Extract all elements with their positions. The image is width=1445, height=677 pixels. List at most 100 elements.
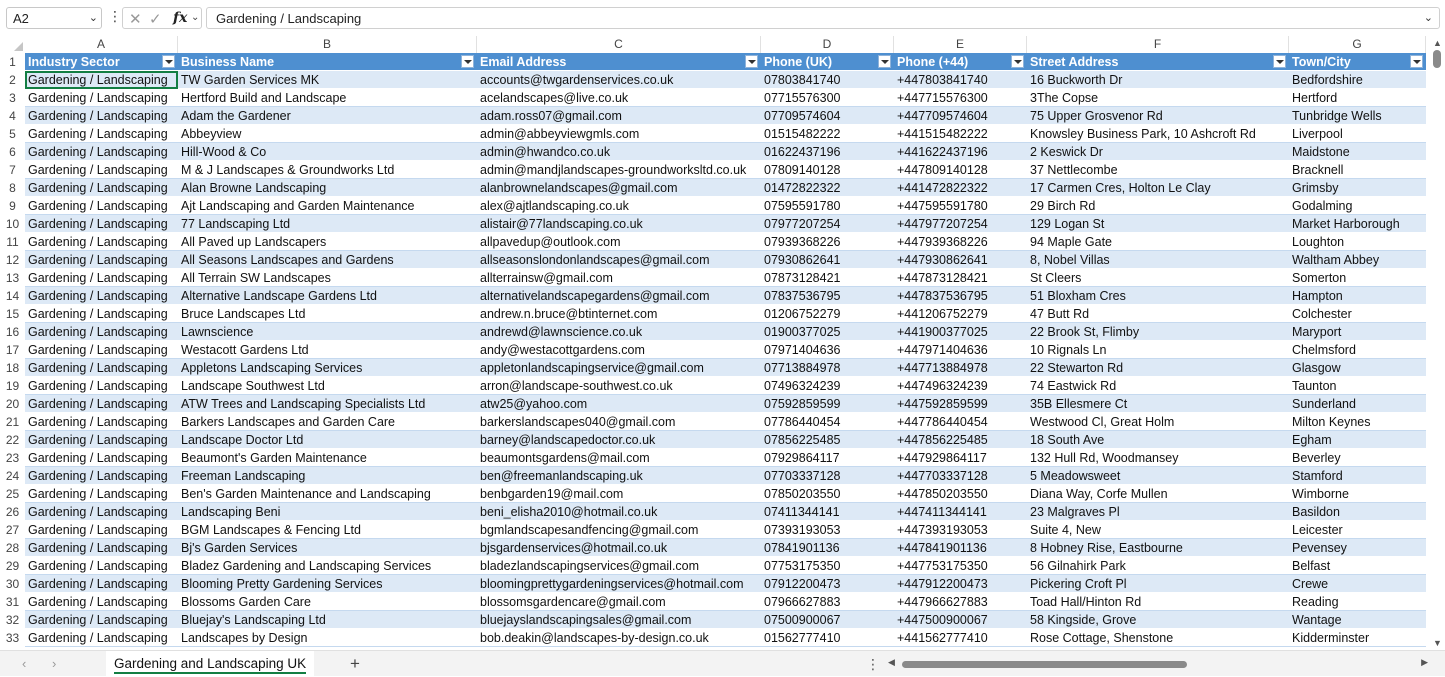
table-cell[interactable]: All Seasons Landscapes and Gardens	[178, 251, 477, 269]
table-cell[interactable]: 01900377025	[761, 323, 894, 341]
table-cell[interactable]: 07713884978	[761, 359, 894, 377]
table-cell[interactable]: Gardening / Landscaping	[25, 107, 178, 125]
table-cell[interactable]: +447850203550	[894, 485, 1027, 503]
header-cell[interactable]: Town/City	[1289, 53, 1426, 71]
table-cell[interactable]: 07709574604	[761, 107, 894, 125]
table-cell[interactable]: Landscapes by Design	[178, 629, 477, 647]
table-cell[interactable]: 3The Copse	[1027, 89, 1289, 107]
table-cell[interactable]: 07703337128	[761, 467, 894, 485]
table-cell[interactable]: Sunderland	[1289, 395, 1426, 413]
table-cell[interactable]: 8, Nobel Villas	[1027, 251, 1289, 269]
table-cell[interactable]: 07595591780	[761, 197, 894, 215]
insert-function-icon[interactable]: fx	[173, 10, 187, 26]
table-cell[interactable]: Beverley	[1289, 449, 1426, 467]
table-cell[interactable]: 07809140128	[761, 161, 894, 179]
row-number[interactable]: 17	[0, 341, 25, 359]
table-cell[interactable]: Landscape Doctor Ltd	[178, 431, 477, 449]
table-cell[interactable]: Westacott Gardens Ltd	[178, 341, 477, 359]
cancel-icon[interactable]: ✕	[129, 10, 142, 28]
table-cell[interactable]: bluejayslandscapingsales@gmail.com	[477, 611, 761, 629]
table-cell[interactable]: Knowsley Business Park, 10 Ashcroft Rd	[1027, 125, 1289, 143]
sheet-tab-active[interactable]: Gardening and Landscaping UK	[106, 651, 315, 676]
column-header-f[interactable]: F	[1027, 36, 1289, 53]
check-icon[interactable]: ✓	[149, 10, 162, 28]
add-sheet-button[interactable]: +	[350, 654, 360, 674]
table-cell[interactable]: 2 Keswick Dr	[1027, 143, 1289, 161]
select-all-corner[interactable]	[0, 36, 25, 53]
filter-dropdown-icon[interactable]	[162, 55, 175, 68]
row-number[interactable]: 20	[0, 395, 25, 413]
table-cell[interactable]: Gardening / Landscaping	[25, 539, 178, 557]
table-cell[interactable]: Landscaping Beni	[178, 503, 477, 521]
column-header-c[interactable]: C	[477, 36, 761, 53]
table-cell[interactable]: acelandscapes@live.co.uk	[477, 89, 761, 107]
table-cell[interactable]: Ajt Landscaping and Garden Maintenance	[178, 197, 477, 215]
table-cell[interactable]: Suite 4, New	[1027, 521, 1289, 539]
chevron-down-icon[interactable]: ⌄	[191, 12, 199, 23]
table-cell[interactable]: Barkers Landscapes and Garden Care	[178, 413, 477, 431]
table-cell[interactable]: 07803841740	[761, 71, 894, 89]
table-cell[interactable]: 129 Logan St	[1027, 215, 1289, 233]
table-cell[interactable]: 07837536795	[761, 287, 894, 305]
row-number[interactable]: 8	[0, 179, 25, 197]
table-cell[interactable]: Maryport	[1289, 323, 1426, 341]
table-cell[interactable]: Bracknell	[1289, 161, 1426, 179]
row-number[interactable]: 32	[0, 611, 25, 629]
row-number[interactable]: 14	[0, 287, 25, 305]
header-cell[interactable]: Phone (+44)	[894, 53, 1027, 71]
table-cell[interactable]: Wantage	[1289, 611, 1426, 629]
row-number[interactable]: 12	[0, 251, 25, 269]
table-cell[interactable]: Blooming Pretty Gardening Services	[178, 575, 477, 593]
table-cell[interactable]: admin@mandjlandscapes-groundworksltd.co.…	[477, 161, 761, 179]
table-cell[interactable]: +447592859599	[894, 395, 1027, 413]
table-cell[interactable]: Belfast	[1289, 557, 1426, 575]
header-cell[interactable]: Email Address	[477, 53, 761, 71]
table-cell[interactable]: Colchester	[1289, 305, 1426, 323]
table-cell[interactable]: 07786440454	[761, 413, 894, 431]
table-cell[interactable]: TW Garden Services MK	[178, 71, 477, 89]
name-box[interactable]: A2 ⌄	[6, 7, 102, 29]
table-cell[interactable]: 07841901136	[761, 539, 894, 557]
column-header-b[interactable]: B	[178, 36, 477, 53]
header-cell[interactable]: Business Name	[178, 53, 477, 71]
table-cell[interactable]: 07939368226	[761, 233, 894, 251]
table-cell[interactable]: 77 Landscaping Ltd	[178, 215, 477, 233]
table-cell[interactable]: 07753175350	[761, 557, 894, 575]
more-options-icon[interactable]: ⋮	[866, 656, 880, 673]
table-cell[interactable]: bjsgardenservices@hotmail.co.uk	[477, 539, 761, 557]
table-cell[interactable]: Gardening / Landscaping	[25, 521, 178, 539]
table-cell[interactable]: Pickering Croft Pl	[1027, 575, 1289, 593]
table-cell[interactable]: Gardening / Landscaping	[25, 71, 178, 89]
table-cell[interactable]: All Paved up Landscapers	[178, 233, 477, 251]
table-cell[interactable]: M & J Landscapes & Groundworks Ltd	[178, 161, 477, 179]
table-cell[interactable]: appletonlandscapingservice@gmail.com	[477, 359, 761, 377]
table-cell[interactable]: +441206752279	[894, 305, 1027, 323]
table-cell[interactable]: bob.deakin@landscapes-by-design.co.uk	[477, 629, 761, 647]
row-number[interactable]: 11	[0, 233, 25, 251]
table-cell[interactable]: Stamford	[1289, 467, 1426, 485]
row-number[interactable]: 10	[0, 215, 25, 233]
row-number[interactable]: 23	[0, 449, 25, 467]
table-cell[interactable]: 16 Buckworth Dr	[1027, 71, 1289, 89]
table-cell[interactable]: Alan Browne Landscaping	[178, 179, 477, 197]
table-cell[interactable]: +447930862641	[894, 251, 1027, 269]
table-cell[interactable]: Blossoms Garden Care	[178, 593, 477, 611]
table-cell[interactable]: benbgarden19@mail.com	[477, 485, 761, 503]
table-cell[interactable]: Liverpool	[1289, 125, 1426, 143]
filter-dropdown-icon[interactable]	[1011, 55, 1024, 68]
table-cell[interactable]: 01562777410	[761, 629, 894, 647]
table-cell[interactable]: barney@landscapedoctor.co.uk	[477, 431, 761, 449]
column-header-e[interactable]: E	[894, 36, 1027, 53]
table-cell[interactable]: +447971404636	[894, 341, 1027, 359]
table-cell[interactable]: ATW Trees and Landscaping Specialists Lt…	[178, 395, 477, 413]
row-number[interactable]: 16	[0, 323, 25, 341]
table-cell[interactable]: Diana Way, Corfe Mullen	[1027, 485, 1289, 503]
table-cell[interactable]: +447496324239	[894, 377, 1027, 395]
table-cell[interactable]: Egham	[1289, 431, 1426, 449]
table-cell[interactable]: +447703337128	[894, 467, 1027, 485]
table-cell[interactable]: 56 Gilnahirk Park	[1027, 557, 1289, 575]
table-cell[interactable]: Bj's Garden Services	[178, 539, 477, 557]
table-cell[interactable]: +447809140128	[894, 161, 1027, 179]
table-cell[interactable]: Gardening / Landscaping	[25, 179, 178, 197]
table-cell[interactable]: Grimsby	[1289, 179, 1426, 197]
